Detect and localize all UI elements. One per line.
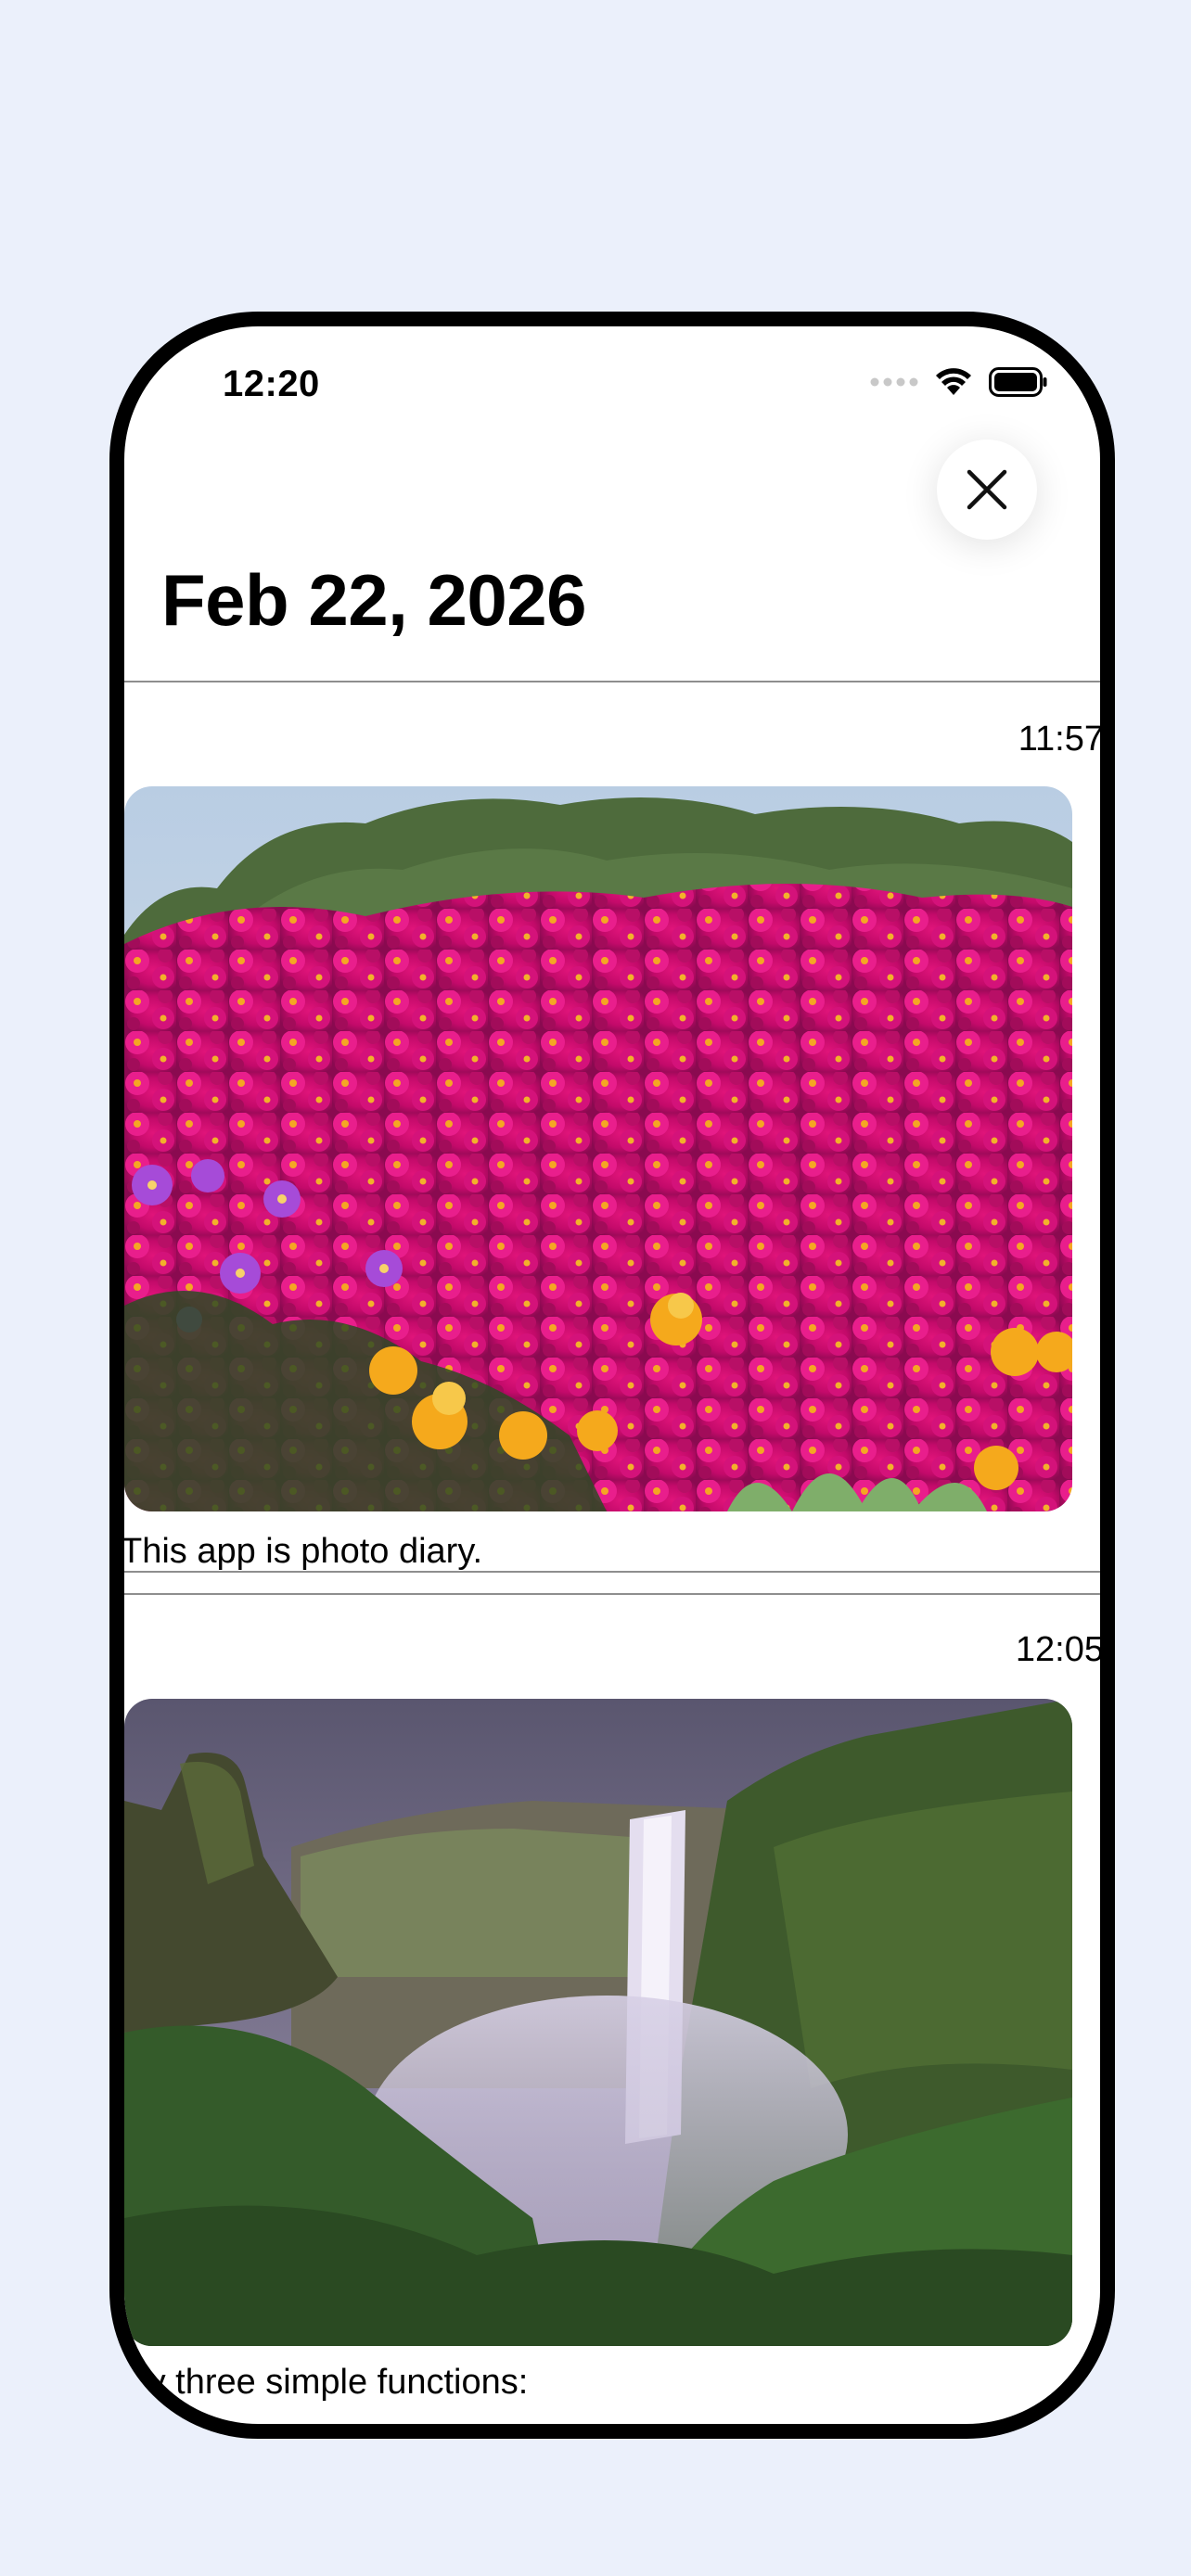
close-icon (967, 469, 1007, 510)
waterfall-photo-image (124, 1699, 1072, 2346)
entry-time: 11:57 (1018, 720, 1104, 759)
flowers-photo-image (124, 786, 1072, 1511)
cellular-signal-icon (870, 377, 918, 387)
wifi-icon (936, 368, 971, 395)
entry-caption: nly three simple functions: (121, 2363, 529, 2402)
status-time: 12:20 (223, 363, 320, 404)
entry-time: 12:05 (1015, 1630, 1104, 1669)
status-bar: 12:20 (124, 326, 1100, 410)
entry-photo-waterfall[interactable] (124, 1699, 1072, 2346)
battery-icon (989, 367, 1047, 397)
header-divider (124, 681, 1100, 682)
date-title: Feb 22, 2026 (161, 559, 586, 641)
entry-photo-flowers[interactable] (124, 786, 1072, 1511)
entry-divider (124, 1593, 1100, 1595)
phone-frame: 12:20 Feb 22, 2026 11:57 This app is pho… (109, 312, 1115, 2439)
status-icons (870, 367, 1048, 397)
entry-divider (124, 1571, 1100, 1573)
close-button[interactable] (937, 440, 1037, 540)
entry-caption: This app is photo diary. (121, 1532, 483, 1571)
